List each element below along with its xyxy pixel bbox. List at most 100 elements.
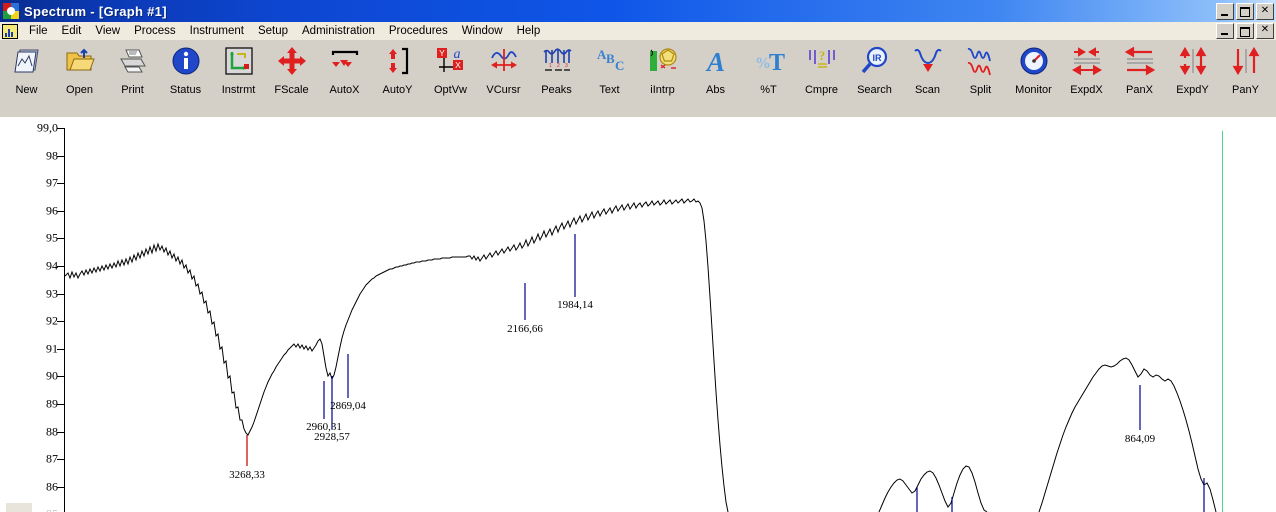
toolbar-button-iintrp[interactable]: iIntrp [636,40,689,118]
peak-marker-label: 1984,14 [557,299,593,311]
spectrum-graph-canvas[interactable]: 99,09897969594939291908988878685 3268,33… [0,117,1276,512]
toolbar-button-panx[interactable]: PanX [1113,40,1166,118]
toolbar-button-vcursr[interactable]: VCursr [477,40,530,118]
vertical-cursor-icon [487,44,521,78]
minimize-button[interactable] [1216,3,1234,20]
graph-corner-artifact [6,503,32,512]
toolbar-button-fscale[interactable]: FScale [265,40,318,118]
printer-icon [116,44,150,78]
toolbar-label-new: New [15,84,38,96]
toolbar-button-instrmt[interactable]: Instrmt [212,40,265,118]
toolbar-button-autoy[interactable]: AutoY [371,40,424,118]
mdi-restore-button[interactable] [1236,23,1254,39]
menu-item-process[interactable]: Process [127,24,183,38]
mdi-close-icon: ✕ [1260,24,1270,35]
menu-item-procedures[interactable]: Procedures [382,24,455,38]
pan-x-icon [1123,44,1157,78]
close-button[interactable]: ✕ [1256,3,1274,20]
toolbar-button-percent-t[interactable]: % T %T [742,40,795,118]
spectrum-trace-path [64,198,729,512]
pan-y-icon [1229,44,1263,78]
menu-item-window[interactable]: Window [455,24,510,38]
toolbar-button-peaks[interactable]: 123 Peaks [530,40,583,118]
monitor-gauge-icon [1017,44,1051,78]
menu-item-edit[interactable]: Edit [55,24,89,38]
auto-y-icon [381,44,415,78]
menu-item-view[interactable]: View [88,24,127,38]
auto-x-icon [328,44,362,78]
toolbar-button-monitor[interactable]: Monitor [1007,40,1060,118]
full-scale-arrows-icon [275,44,309,78]
svg-text:2: 2 [557,63,560,69]
toolbar-button-search[interactable]: IR Search [848,40,901,118]
toolbar-button-open[interactable]: Open [53,40,106,118]
menu-item-administration[interactable]: Administration [295,24,382,38]
mdi-close-button[interactable]: ✕ [1256,23,1274,39]
toolbar-button-print[interactable]: Print [106,40,159,118]
y-axis-tick [57,486,64,488]
spectrum-application-window: Spectrum - [Graph #1] ✕ File Edit View P… [0,0,1276,512]
toolbar-label-vcursr: VCursr [486,84,521,96]
toolbar-label-monitor: Monitor [1015,84,1052,96]
svg-text:C: C [615,58,624,73]
y-axis-tick [57,266,64,267]
search-ir-icon: IR [858,44,892,78]
y-axis-tick [57,404,64,405]
svg-text:Y: Y [439,48,445,58]
menu-item-file[interactable]: File [22,24,55,38]
y-axis-tick [57,155,64,157]
svg-text:?: ? [818,48,825,63]
toolbar-button-scan[interactable]: Scan [901,40,954,118]
interpret-icon [646,44,680,78]
toolbar-button-text[interactable]: A B C Text [583,40,636,118]
peak-marker-label: 864,09 [1124,433,1156,445]
toolbar-button-abs[interactable]: A Abs [689,40,742,118]
y-axis-tick [57,128,64,129]
y-axis-tick [57,321,64,323]
y-axis-tick [57,210,64,212]
absorbance-icon: A [699,44,733,78]
toolbar-label-iintrp: iIntrp [650,84,675,96]
menu-item-setup[interactable]: Setup [251,24,295,38]
peak-marker-label: 2928,57 [314,431,350,443]
toolbar-label-percent-t: %T [760,84,777,96]
peak-marker-label: 2869,04 [330,400,366,412]
y-axis-tick [57,238,64,240]
restore-button[interactable] [1236,3,1254,20]
info-circle-icon [169,44,203,78]
menu-item-help[interactable]: Help [510,24,548,38]
toolbar-label-split: Split [969,84,992,96]
y-axis-tick [57,183,64,185]
menu-item-instrument[interactable]: Instrument [183,24,251,38]
split-icon [964,44,998,78]
vertical-cursor-line[interactable] [1222,131,1223,512]
toolbar-label-print: Print [121,84,144,96]
peak-markers [246,234,1205,512]
peak-marker-label: 3268,33 [229,469,265,481]
optimize-view-icon: Y a X [434,44,468,78]
toolbar-button-cmpre[interactable]: ? Cmpre [795,40,848,118]
toolbar-button-expdy[interactable]: ExpdY [1166,40,1219,118]
mdi-minimize-button[interactable] [1216,23,1234,39]
toolbar-label-fscale: FScale [274,84,309,96]
y-axis-tick [57,293,64,295]
toolbar-button-expdx[interactable]: ExpdX [1060,40,1113,118]
graph-document-icon[interactable] [2,23,18,39]
menu-bar: File Edit View Process Instrument Setup … [0,22,1276,40]
toolbar-button-pany[interactable]: PanY [1219,40,1272,118]
toolbar-button-split[interactable]: Split [954,40,1007,118]
expand-x-icon [1070,44,1104,78]
compare-icon: ? [805,44,839,78]
open-folder-icon [63,44,97,78]
toolbar-button-new[interactable]: New [0,40,53,118]
new-document-icon [10,44,44,78]
toolbar-label-expdy: ExpdY [1176,84,1209,96]
spectrum-logo-icon [3,3,19,19]
toolbar-button-status[interactable]: Status [159,40,212,118]
toolbar-button-autox[interactable]: AutoX [318,40,371,118]
main-toolbar: New Open Print Status Instrmt FScale Aut… [0,40,1276,118]
toolbar-label-cmpre: Cmpre [804,84,838,96]
toolbar-button-optvw[interactable]: Y a X OptVw [424,40,477,118]
toolbar-label-open: Open [66,84,93,96]
toolbar-label-scan: Scan [914,84,941,96]
